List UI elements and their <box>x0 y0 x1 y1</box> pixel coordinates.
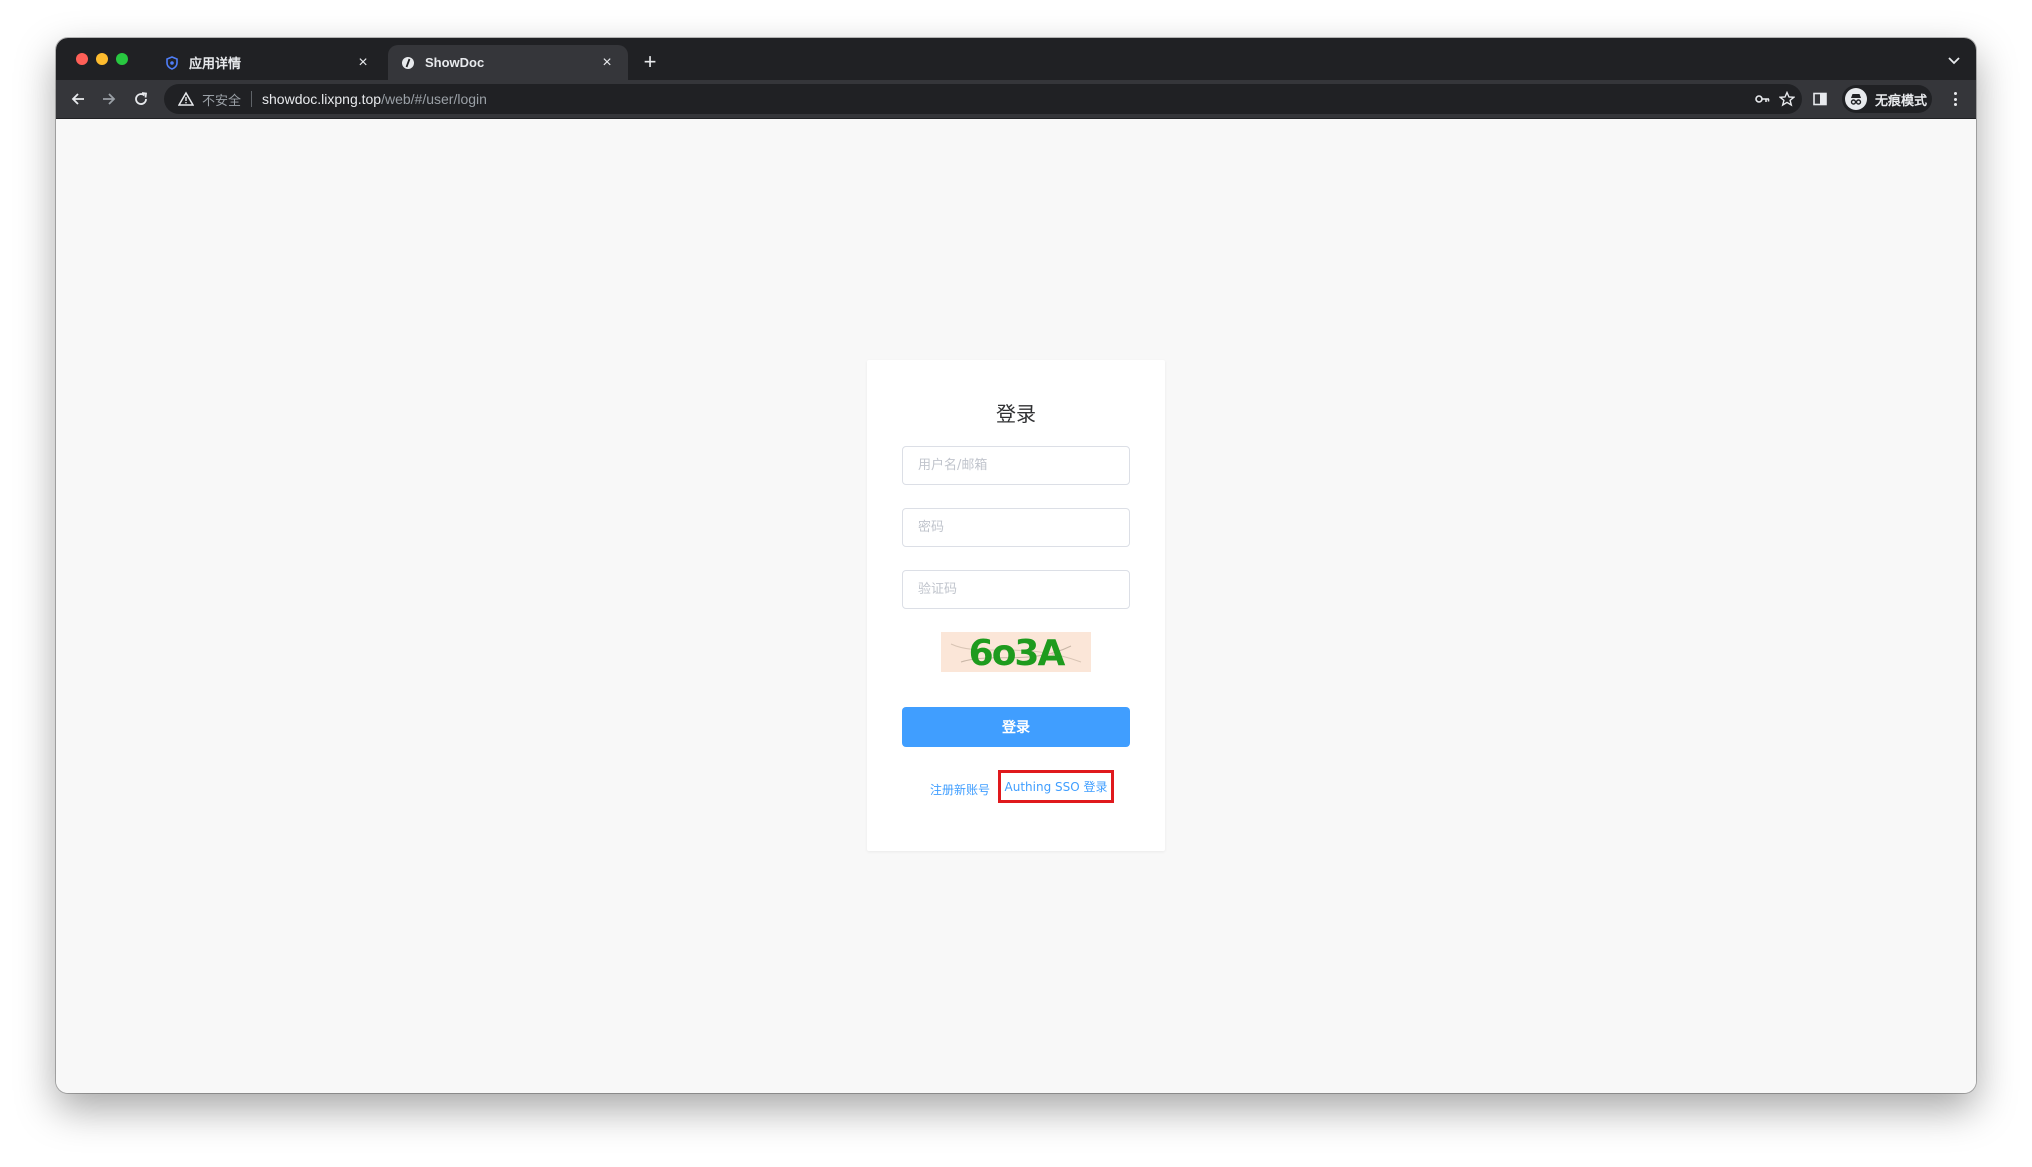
tab-title: ShowDoc <box>425 55 485 70</box>
address-bar[interactable]: 不安全 showdoc.lixpng.top/web/#/user/login <box>164 84 1802 114</box>
zoom-window-button[interactable] <box>116 53 128 65</box>
more-menu-icon[interactable] <box>1946 90 1964 108</box>
profile-label: 无痕模式 <box>1875 92 1928 108</box>
incognito-profile-button[interactable]: 无痕模式 <box>1842 85 1932 113</box>
security-label[interactable]: 不安全 <box>202 90 241 109</box>
sso-link-label: Authing SSO 登录 <box>1004 780 1108 794</box>
login-card: 登录 6o3A 登录 注册新账号 Authing SSO 登录 <box>867 360 1165 851</box>
tab-title: 应用详情 <box>189 56 242 71</box>
browser-toolbar: 不安全 showdoc.lixpng.top/web/#/user/login … <box>56 80 1976 119</box>
separator <box>251 91 253 107</box>
username-input[interactable] <box>902 446 1130 485</box>
side-panel-icon[interactable] <box>1812 91 1828 107</box>
page-content: 登录 6o3A 登录 注册新账号 Authing SSO 登录 <box>56 119 1976 1093</box>
login-button[interactable]: 登录 <box>902 707 1130 747</box>
forward-arrow-icon[interactable] <box>99 89 119 109</box>
key-icon[interactable] <box>1754 91 1770 107</box>
url-path: /web/#/user/login <box>381 91 487 107</box>
close-tab-icon[interactable]: × <box>598 54 616 72</box>
minimize-window-button[interactable] <box>96 53 108 65</box>
warning-triangle-icon[interactable] <box>178 91 194 107</box>
authing-sso-link[interactable]: Authing SSO 登录 <box>998 770 1114 803</box>
close-tab-icon[interactable]: × <box>354 54 372 72</box>
showdoc-logo-icon <box>400 55 416 71</box>
browser-window: 应用详情 × ShowDoc × + 不安全 showdoc.lixpng.to… <box>56 38 1976 1093</box>
url-host: showdoc.lixpng.top <box>262 91 382 107</box>
tab-app-details[interactable]: 应用详情 × <box>152 45 384 80</box>
tab-strip: 应用详情 × ShowDoc × + <box>56 38 1976 80</box>
shield-icon <box>164 55 180 71</box>
tab-showdoc[interactable]: ShowDoc × <box>388 45 628 80</box>
incognito-icon <box>1845 88 1867 110</box>
page-title: 登录 <box>996 402 1036 426</box>
captcha-image[interactable]: 6o3A <box>941 632 1091 672</box>
password-input[interactable] <box>902 508 1130 547</box>
reload-icon[interactable] <box>131 89 151 109</box>
new-tab-button[interactable]: + <box>638 50 662 74</box>
register-link[interactable]: 注册新账号 <box>930 781 990 798</box>
captcha-text: 6o3A <box>969 633 1066 672</box>
close-window-button[interactable] <box>76 53 88 65</box>
back-arrow-icon[interactable] <box>68 89 88 109</box>
chevron-down-icon[interactable] <box>1946 52 1962 68</box>
captcha-input[interactable] <box>902 570 1130 609</box>
star-icon[interactable] <box>1779 91 1795 107</box>
